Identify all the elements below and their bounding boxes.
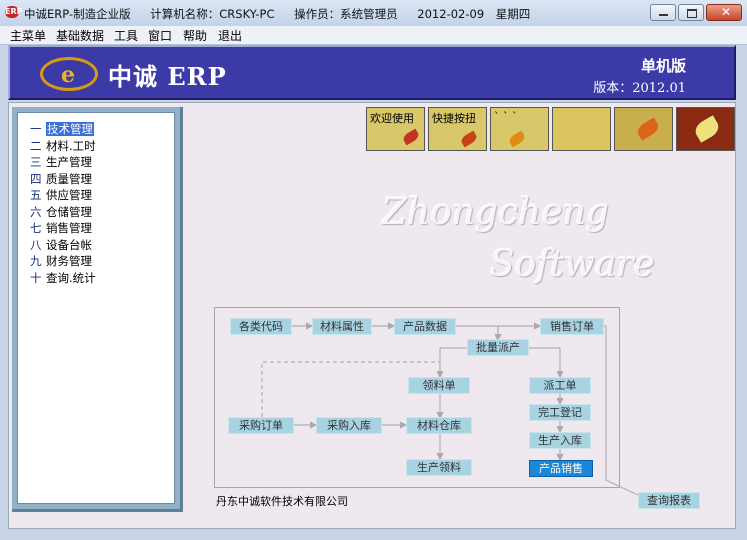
flow-completion[interactable]: 完工登记 [529, 404, 591, 421]
flow-production-pick[interactable]: 生产领料 [406, 459, 472, 476]
flow-material-attr[interactable]: 材料属性 [312, 318, 372, 335]
flow-category-code[interactable]: 各类代码 [230, 318, 292, 335]
flow-sales-order[interactable]: 销售订单 [540, 318, 604, 335]
flow-connectors [261, 322, 641, 497]
flow-purchase-order[interactable]: 采购订单 [228, 417, 294, 434]
flow-production-in[interactable]: 生产入库 [529, 432, 591, 449]
flow-batch-produce[interactable]: 批量派产 [467, 339, 529, 356]
flow-purchase-in[interactable]: 采购入库 [316, 417, 382, 434]
flow-material-requisition[interactable]: 领料单 [408, 377, 470, 394]
flow-query-report[interactable]: 查询报表 [638, 492, 700, 509]
flow-product-sales[interactable]: 产品销售 [529, 460, 593, 477]
flow-dispatch[interactable]: 派工单 [529, 377, 591, 394]
flow-material-store[interactable]: 材料仓库 [406, 417, 472, 434]
flow-product-data[interactable]: 产品数据 [394, 318, 456, 335]
company-name: 丹东中诚软件技术有限公司 [216, 495, 348, 508]
